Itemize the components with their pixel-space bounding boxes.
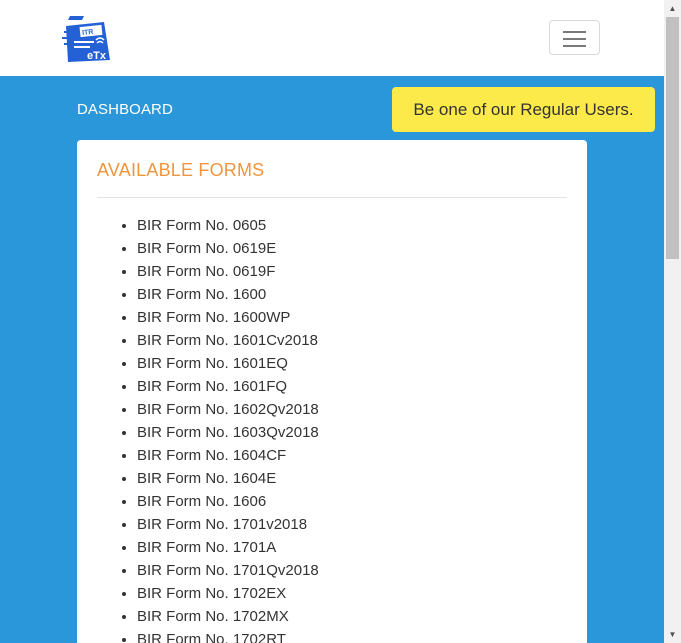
- form-list-item[interactable]: BIR Form No. 1702MX: [137, 605, 319, 628]
- scroll-up-arrow-icon[interactable]: ▲: [664, 0, 681, 17]
- form-list-item[interactable]: BIR Form No. 1601Cv2018: [137, 329, 319, 352]
- form-list-item[interactable]: BIR Form No. 1600WP: [137, 306, 319, 329]
- form-list-item[interactable]: BIR Form No. 1701Qv2018: [137, 559, 319, 582]
- card-title: AVAILABLE FORMS: [97, 160, 265, 180]
- form-list-item[interactable]: BIR Form No. 1701A: [137, 536, 319, 559]
- hamburger-menu-icon-bar: [563, 45, 586, 47]
- form-list-item[interactable]: BIR Form No. 1601EQ: [137, 352, 319, 375]
- hamburger-menu-icon: [563, 31, 586, 33]
- card-divider: [97, 197, 567, 198]
- form-list-item[interactable]: BIR Form No. 1701v2018: [137, 513, 319, 536]
- form-list-item[interactable]: BIR Form No. 1603Qv2018: [137, 421, 319, 444]
- vertical-scrollbar[interactable]: ▲ ▼: [664, 0, 681, 643]
- form-list-item[interactable]: BIR Form No. 1604CF: [137, 444, 319, 467]
- page: ITR eTx ▲ ▼ DASHBOARD Be one of our Regu…: [0, 0, 681, 643]
- logo-text-bottom: eTx: [87, 50, 107, 62]
- form-list-item[interactable]: BIR Form No. 1601FQ: [137, 375, 319, 398]
- form-list-item[interactable]: BIR Form No. 1602Qv2018: [137, 398, 319, 421]
- form-list-item[interactable]: BIR Form No. 1604E: [137, 467, 319, 490]
- form-list-item[interactable]: BIR Form No. 0619F: [137, 260, 319, 283]
- hamburger-menu-icon-bar: [563, 38, 586, 40]
- form-list-item[interactable]: BIR Form No. 1600: [137, 283, 319, 306]
- dashboard-link[interactable]: DASHBOARD: [77, 101, 173, 118]
- itr-etx-logo[interactable]: ITR eTx: [60, 12, 114, 64]
- form-list-item[interactable]: BIR Form No. 1606: [137, 490, 319, 513]
- regular-users-button[interactable]: Be one of our Regular Users.: [392, 87, 655, 132]
- logo-graphic: ITR eTx: [62, 16, 110, 62]
- form-list-item[interactable]: BIR Form No. 0619E: [137, 237, 319, 260]
- top-navbar: ITR eTx: [0, 0, 664, 76]
- form-list-item[interactable]: BIR Form No. 1702RT: [137, 628, 319, 643]
- form-list-item[interactable]: BIR Form No. 1702EX: [137, 582, 319, 605]
- scroll-thumb[interactable]: [666, 17, 679, 259]
- form-list-item[interactable]: BIR Form No. 0605: [137, 214, 319, 237]
- scroll-down-arrow-icon[interactable]: ▼: [664, 626, 681, 643]
- available-forms-card: AVAILABLE FORMS BIR Form No. 0605BIR For…: [77, 140, 587, 643]
- hamburger-menu-button[interactable]: [549, 20, 600, 55]
- forms-list: BIR Form No. 0605BIR Form No. 0619EBIR F…: [97, 214, 319, 643]
- logo-text-top: ITR: [82, 29, 94, 37]
